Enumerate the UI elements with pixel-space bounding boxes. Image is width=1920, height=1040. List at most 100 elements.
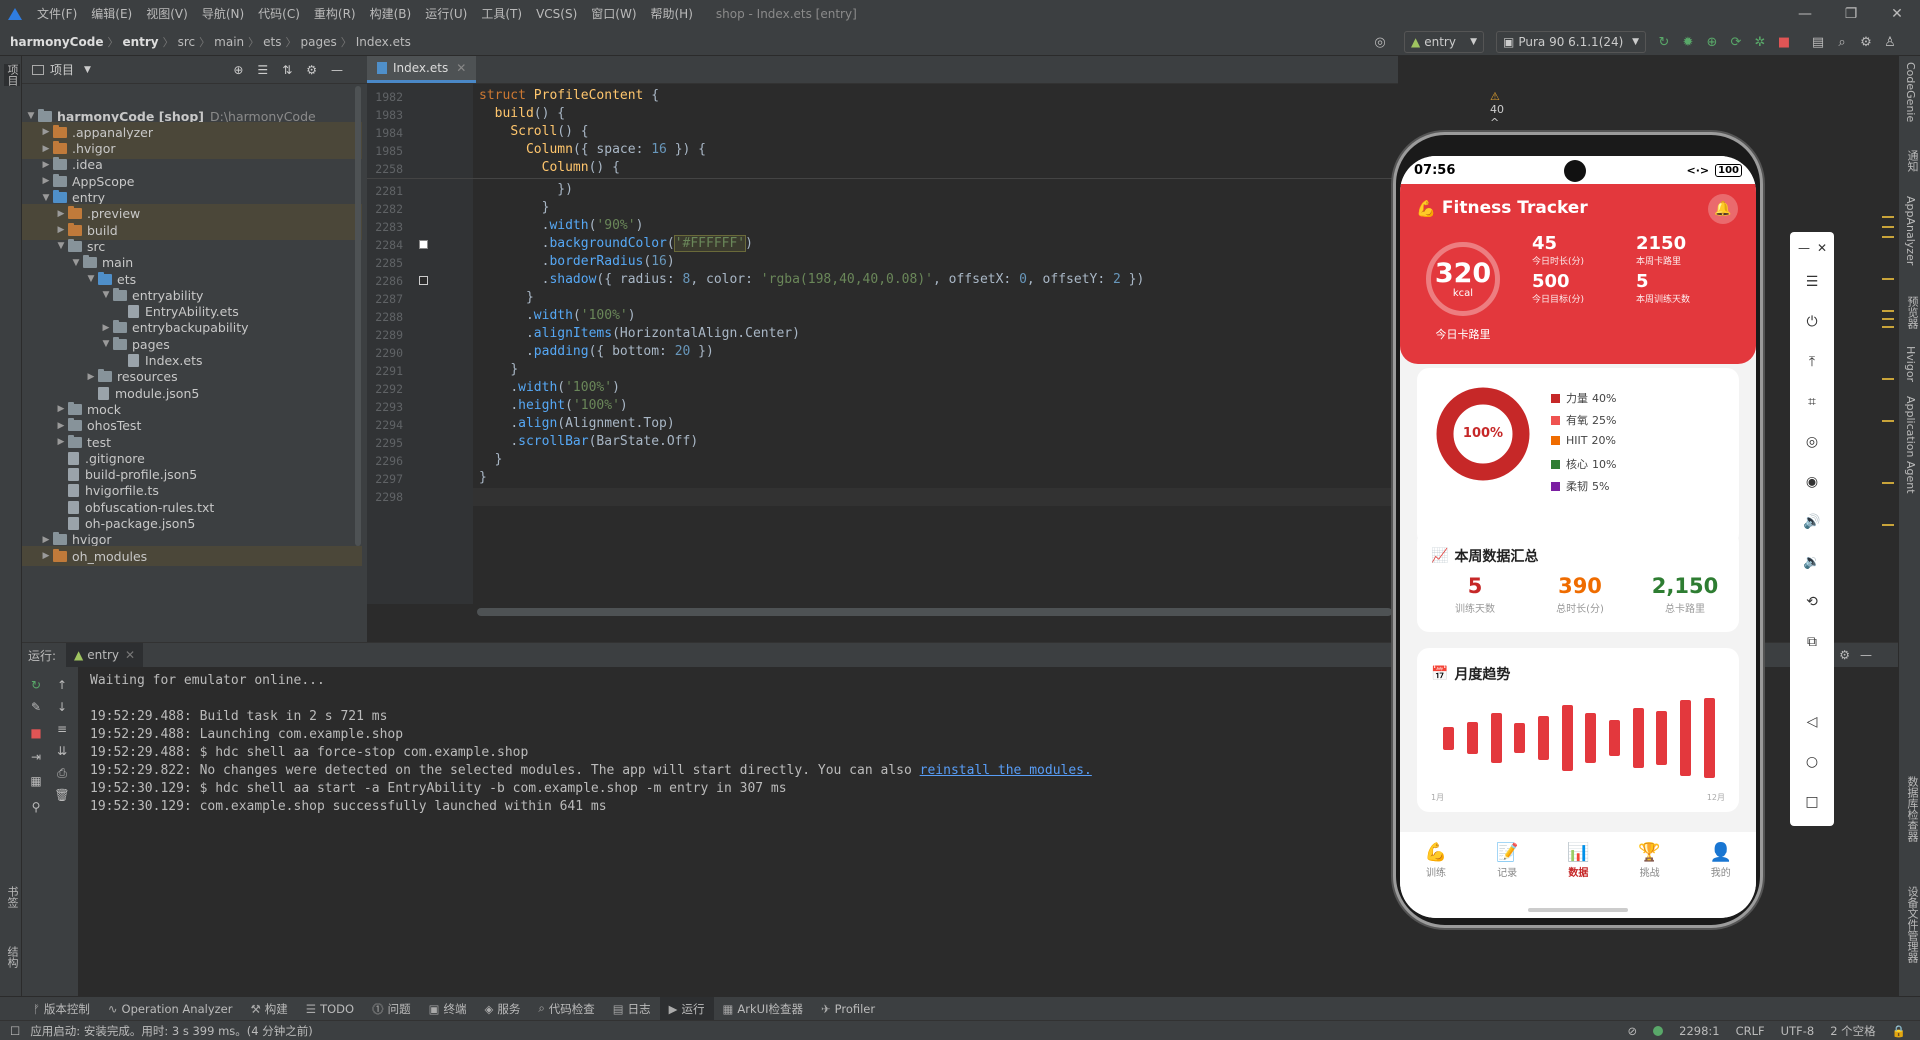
code-line[interactable]: }: [479, 200, 550, 215]
run-config-select[interactable]: ▲ entry ▼: [1404, 31, 1484, 53]
breadcrumb-item[interactable]: ets: [259, 35, 285, 49]
tool-window-button[interactable]: ▶ 运行: [659, 996, 714, 1021]
tool-window-button[interactable]: ☰ TODO: [297, 1002, 363, 1016]
attach-icon[interactable]: ⊕: [1702, 32, 1722, 52]
menu-item[interactable]: 帮助(H): [644, 0, 700, 28]
rerun-icon[interactable]: ↻: [1654, 32, 1674, 52]
code-line[interactable]: }): [479, 182, 573, 197]
tool-window-button[interactable]: ✈ Profiler: [812, 1002, 884, 1016]
stripe-application-agent[interactable]: Application Agent: [1904, 396, 1917, 494]
search-icon[interactable]: ⌕: [1832, 32, 1852, 52]
menu-icon[interactable]: ☰: [1802, 272, 1822, 292]
app-tab[interactable]: 🏆 挑战: [1614, 842, 1686, 879]
tab-index-ets[interactable]: Index.ets ✕: [367, 56, 477, 83]
code-line[interactable]: .borderRadius(16): [479, 254, 675, 269]
bell-icon[interactable]: 🔔: [1708, 194, 1738, 224]
breadcrumb-item[interactable]: main: [210, 35, 248, 49]
breadcrumb-item[interactable]: Index.ets: [352, 35, 415, 49]
code-line[interactable]: .backgroundColor('#FFFFFF'): [479, 235, 753, 252]
code-area[interactable]: struct ProfileContent { build() { Scroll…: [367, 84, 1398, 604]
tool-window-button[interactable]: ▤ 日志: [604, 1001, 660, 1017]
stripe-appanalyzer[interactable]: AppAnalyzer: [1904, 196, 1917, 265]
stripe-codegenie[interactable]: CodeGenie: [1904, 62, 1917, 122]
code-line[interactable]: .align(Alignment.Top): [479, 416, 674, 431]
volume-down-icon[interactable]: 🔉: [1802, 552, 1822, 572]
panel-actions[interactable]: ⊕☰⇅⚙—: [233, 63, 357, 77]
status-icon[interactable]: ☐: [10, 1024, 20, 1038]
stripe-previewer[interactable]: 预览器: [1904, 296, 1920, 329]
menu-item[interactable]: 导航(N): [195, 0, 251, 28]
reload-icon[interactable]: ⟳: [1726, 32, 1746, 52]
emulator-screen[interactable]: 07:56 <·> 100 💪 Fitness Tracker 🔔 320 kca…: [1400, 156, 1756, 918]
volume-up-icon[interactable]: 🔊: [1802, 512, 1822, 532]
tool-window-button[interactable]: ᚠ 版本控制: [24, 1001, 99, 1017]
target-icon[interactable]: ◎: [1370, 32, 1390, 52]
sticky-code-line[interactable]: Column({ space: 16 }) {: [479, 142, 706, 157]
tool-window-button[interactable]: ⚒ 构建: [241, 1001, 296, 1017]
code-line[interactable]: .height('100%'): [479, 398, 627, 413]
code-line[interactable]: .width('100%'): [479, 380, 620, 395]
app-tab[interactable]: 💪 训练: [1400, 842, 1472, 879]
recents-icon[interactable]: □: [1802, 792, 1822, 812]
screenshot-icon[interactable]: ◎: [1802, 432, 1822, 452]
app-tab[interactable]: 👤 我的: [1685, 842, 1756, 879]
crop-icon[interactable]: ⌗: [1802, 392, 1822, 412]
code-line[interactable]: }: [479, 362, 518, 377]
device-manager-icon[interactable]: ▤: [1808, 32, 1828, 52]
record-icon[interactable]: ◉: [1802, 472, 1822, 492]
app-tab[interactable]: 📊 数据: [1542, 842, 1614, 879]
close-icon[interactable]: ✕: [1874, 0, 1920, 28]
stripe-hvigor[interactable]: Hvigor: [1904, 346, 1917, 382]
stripe-device-files[interactable]: 设备文件管理器: [1904, 886, 1920, 963]
menu-item[interactable]: 工具(T): [474, 0, 529, 28]
line-separator[interactable]: CRLF: [1736, 1024, 1765, 1038]
stop-icon[interactable]: ■: [1774, 32, 1794, 52]
tool-window-button[interactable]: ▦ ArkUI检查器: [714, 1001, 812, 1017]
breadcrumb-item[interactable]: src: [174, 35, 200, 49]
code-line[interactable]: .shadow({ radius: 8, color: 'rgba(198,40…: [479, 272, 1145, 287]
horizontal-scrollbar[interactable]: [477, 608, 1392, 616]
tool-window-button[interactable]: ▣ 终端: [420, 1001, 476, 1017]
menu-item[interactable]: 视图(V): [139, 0, 195, 28]
caret-position[interactable]: 2298:1: [1679, 1024, 1719, 1038]
debug-icon[interactable]: ✹: [1678, 32, 1698, 52]
code-line[interactable]: }: [479, 290, 534, 305]
project-title[interactable]: 项目: [50, 61, 74, 78]
tool-window-button[interactable]: ∿ Operation Analyzer: [99, 1002, 242, 1016]
tree-scrollbar[interactable]: [355, 86, 361, 546]
run-panel-actions[interactable]: ⚙—: [1839, 648, 1882, 662]
breadcrumb-item[interactable]: pages: [296, 35, 340, 49]
close-icon[interactable]: ✕: [456, 61, 466, 75]
menu-item[interactable]: 重构(R): [307, 0, 363, 28]
menu-item[interactable]: 窗口(W): [584, 0, 643, 28]
code-line[interactable]: .width('90%'): [479, 218, 644, 233]
file-encoding[interactable]: UTF-8: [1781, 1024, 1815, 1038]
minimize-icon[interactable]: —: [1794, 238, 1814, 258]
tree-item[interactable]: ▶ oh_modules: [22, 546, 362, 567]
more-icon[interactable]: ⧉: [1802, 632, 1822, 652]
code-line[interactable]: .scrollBar(BarState.Off): [479, 434, 698, 449]
editor-error-stripe[interactable]: [1882, 216, 1894, 586]
device-select[interactable]: ▣ Pura 90 6.1.1(24) ▼: [1496, 31, 1646, 53]
code-line[interactable]: .padding({ bottom: 20 }): [479, 344, 714, 359]
tool-window-button[interactable]: ⌕ 代码检查: [529, 1001, 603, 1017]
code-line[interactable]: }: [479, 452, 503, 467]
run-tab-entry[interactable]: ▲ entry ✕: [66, 643, 144, 667]
sticky-code-line[interactable]: build() {: [479, 106, 565, 121]
reinstall-link[interactable]: reinstall the modules.: [920, 763, 1092, 778]
sticky-code-line[interactable]: Column() {: [479, 160, 620, 175]
tool-window-button[interactable]: ◈ 服务: [475, 1001, 529, 1017]
profile-icon[interactable]: ✲: [1750, 32, 1770, 52]
breadcrumb-item[interactable]: harmonyCode: [6, 35, 107, 49]
power-icon[interactable]: ⏻: [1802, 312, 1822, 332]
menu-item[interactable]: 编辑(E): [84, 0, 139, 28]
stripe-structure[interactable]: 结构: [4, 946, 20, 968]
menu-item[interactable]: 文件(F): [30, 0, 84, 28]
menu-item[interactable]: 代码(C): [251, 0, 307, 28]
rotate-icon[interactable]: ⤒: [1802, 352, 1822, 372]
menu-item[interactable]: 构建(B): [363, 0, 419, 28]
sticky-code-line[interactable]: struct ProfileContent {: [479, 88, 659, 103]
fold-icon[interactable]: ⟲: [1802, 592, 1822, 612]
gear-icon[interactable]: ⚙: [1856, 32, 1876, 52]
chevron-down-icon[interactable]: ▼: [84, 65, 91, 75]
